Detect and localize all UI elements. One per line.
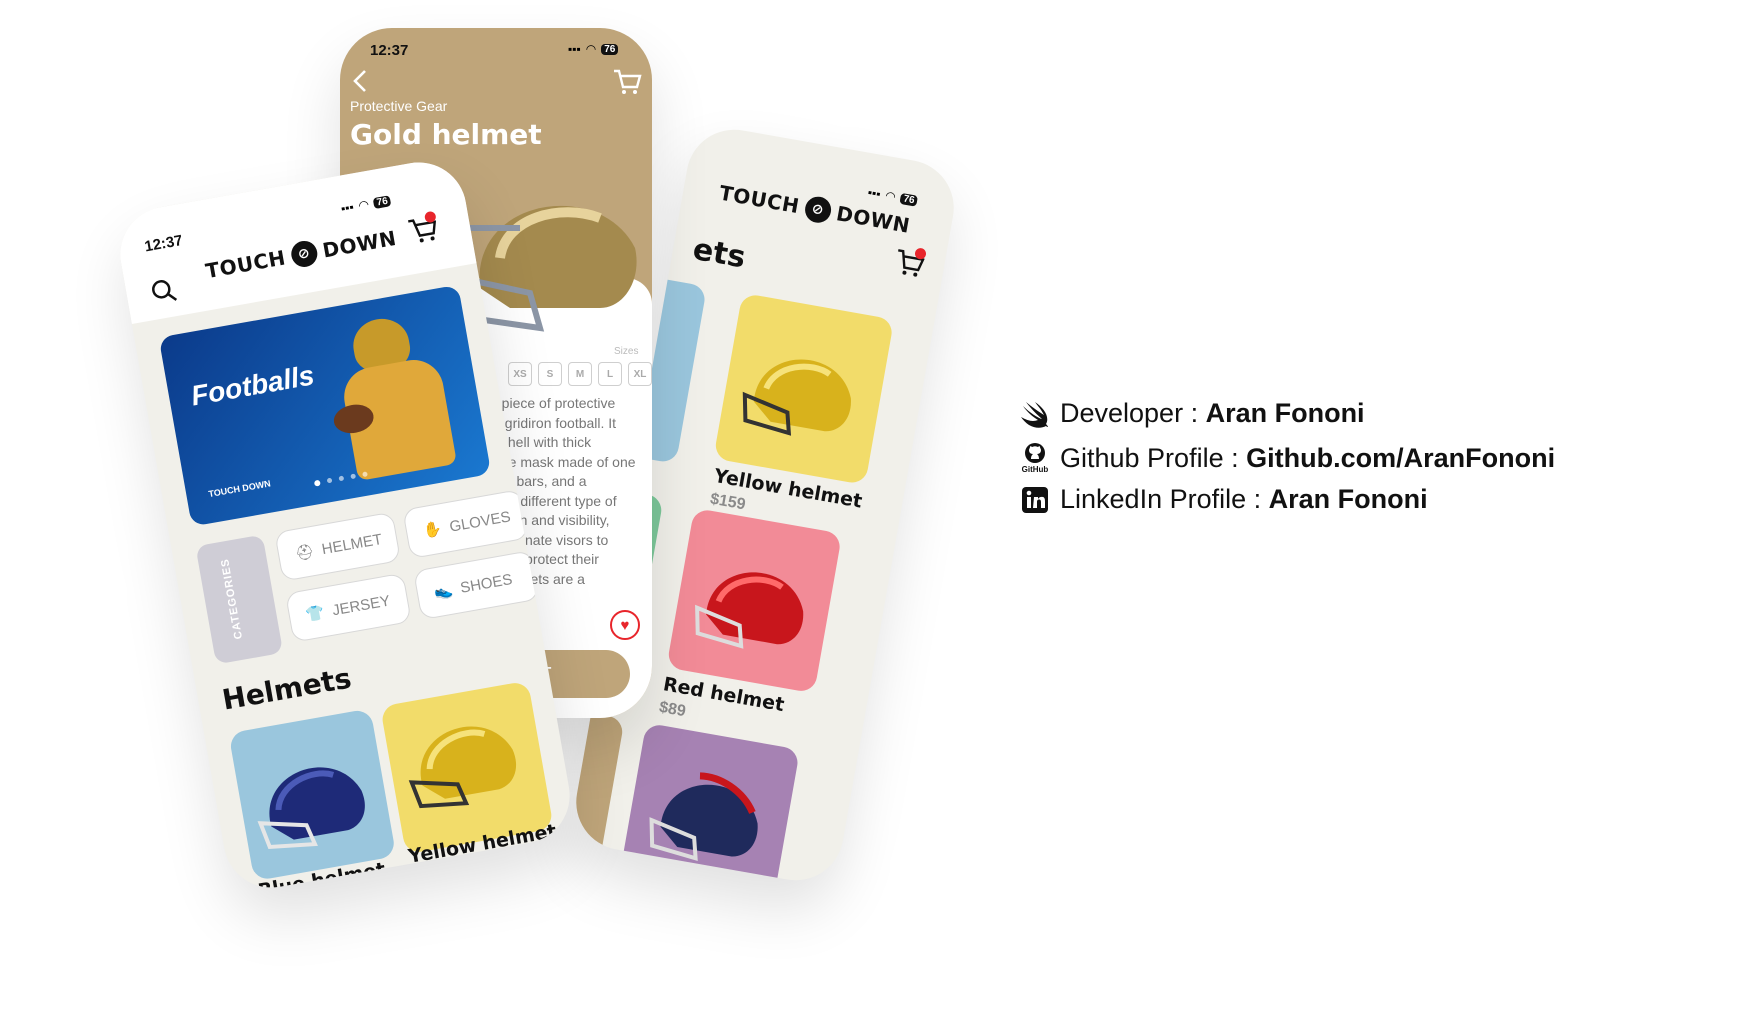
product-card-partial-gold[interactable] [568,706,625,877]
section-title: Helmets [219,661,354,717]
favorite-icon[interactable]: ♥ [610,610,640,640]
banner-player-image [308,297,477,499]
sizes-label: Sizes [614,346,639,357]
developer-row: Developer : Aran Fononi [1020,398,1365,429]
cart-icon[interactable] [406,210,441,252]
github-row[interactable]: GitHub Github Profile : Github.com/AranF… [1020,441,1555,475]
jersey-icon: 👕 [304,604,327,624]
categories-label: CATEGORIES [219,557,246,641]
linkedin-icon [1020,485,1050,515]
search-icon[interactable] [149,276,180,311]
github-icon: GitHub [1020,441,1050,475]
size-option[interactable]: XS [508,362,532,386]
football-icon: ⊘ [802,194,833,225]
football-icon: ⊘ [289,238,320,270]
categories-rail: CATEGORIES [195,534,284,665]
product-category: Protective Gear [350,98,448,114]
linkedin-row[interactable]: LinkedIn Profile : Aran Fononi [1020,484,1428,515]
helmet-icon: ⛑ [293,542,316,563]
product-card-blue[interactable] [228,708,397,882]
product-card-red[interactable] [666,507,843,694]
category-shoes[interactable]: 👟 SHOES [413,550,540,621]
back-icon[interactable] [350,68,372,99]
size-option[interactable]: L [598,362,622,386]
size-option[interactable]: M [568,362,592,386]
status-icons: ▪▪▪ ◠ 76 [867,185,919,208]
product-title: Gold helmet [350,118,542,151]
shoe-icon: 👟 [432,581,455,602]
swift-icon [1020,399,1050,429]
product-card-yellow[interactable] [713,292,895,486]
banner-title: Footballs [188,359,317,412]
product-card-navy[interactable] [618,722,801,888]
category-helmet[interactable]: ⛑ HELMET [274,511,402,582]
status-icons: ▪▪▪ ◠ 76 [568,42,619,56]
cart-icon[interactable] [891,247,927,285]
promo-banner[interactable]: Footballs TOUCH DOWN [158,284,492,527]
status-time: 12:37 [370,42,409,59]
product-price: $89 [657,698,688,721]
size-option[interactable]: XL [628,362,652,386]
category-gloves[interactable]: ✋ GLOVES [402,488,530,560]
cart-icon[interactable] [612,68,642,101]
category-jersey[interactable]: 👕 JERSEY [284,572,412,643]
size-option[interactable]: S [538,362,562,386]
banner-brand: TOUCH DOWN [207,478,272,500]
section-title: ets [690,231,749,276]
glove-icon: ✋ [421,520,444,541]
size-selector: XS S M L XL [508,362,652,386]
